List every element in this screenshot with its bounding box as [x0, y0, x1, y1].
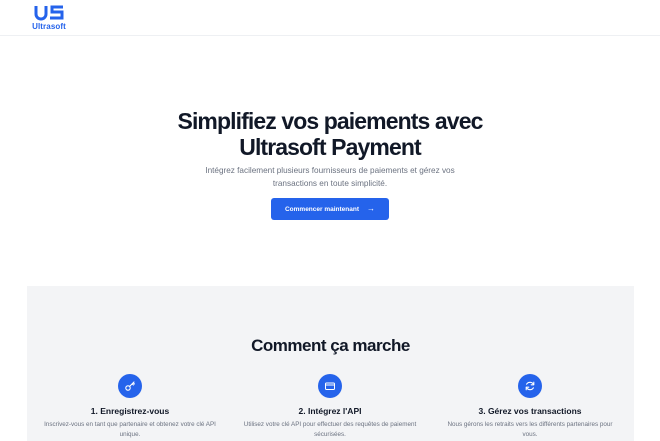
- step-title: 2. Intégrez l'API: [298, 406, 362, 416]
- step-manage: 3. Gérez vos transactions Nous gérons le…: [430, 374, 630, 439]
- ultrasoft-logo[interactable]: Ultrasoft: [32, 5, 66, 31]
- logo-text: Ultrasoft: [32, 22, 66, 31]
- step-title: 3. Gérez vos transactions: [478, 406, 582, 416]
- refresh-icon: [518, 374, 542, 398]
- step-description: Nous gérons les retraits vers les différ…: [447, 421, 613, 438]
- hero-section: Simplifiez vos paiements avec Ultrasoft …: [0, 108, 660, 220]
- step-integrate: 2. Intégrez l'API Utilisez votre clé API…: [230, 374, 430, 439]
- hero-title: Simplifiez vos paiements avec Ultrasoft …: [0, 108, 660, 160]
- get-started-label: Commencer maintenant: [284, 205, 360, 213]
- hero-title-line2: Ultrasoft Payment: [239, 134, 421, 160]
- credit-card-icon: [318, 374, 342, 398]
- how-it-works-section: Comment ça marche 1. Enregistrez-vous In…: [27, 286, 634, 441]
- step-title: 1. Enregistrez-vous: [90, 406, 170, 416]
- how-it-works-title: Comment ça marche: [251, 336, 410, 355]
- step-description: Utilisez votre clé API pour effectuer de…: [243, 421, 417, 438]
- site-header: Ultrasoft: [0, 0, 660, 36]
- us-logo-mark-icon: [34, 5, 64, 21]
- hero-subtitle: Intégrez facilement plusieurs fournisseu…: [205, 166, 455, 188]
- arrow-right-icon: →: [367, 204, 376, 213]
- key-icon: [118, 374, 142, 398]
- get-started-button[interactable]: Commencer maintenant →: [270, 198, 390, 220]
- step-description: Inscrivez-vous en tant que partenaire et…: [44, 421, 216, 438]
- hero-title-line1: Simplifiez vos paiements avec: [177, 108, 484, 134]
- step-register: 1. Enregistrez-vous Inscrivez-vous en ta…: [30, 374, 230, 439]
